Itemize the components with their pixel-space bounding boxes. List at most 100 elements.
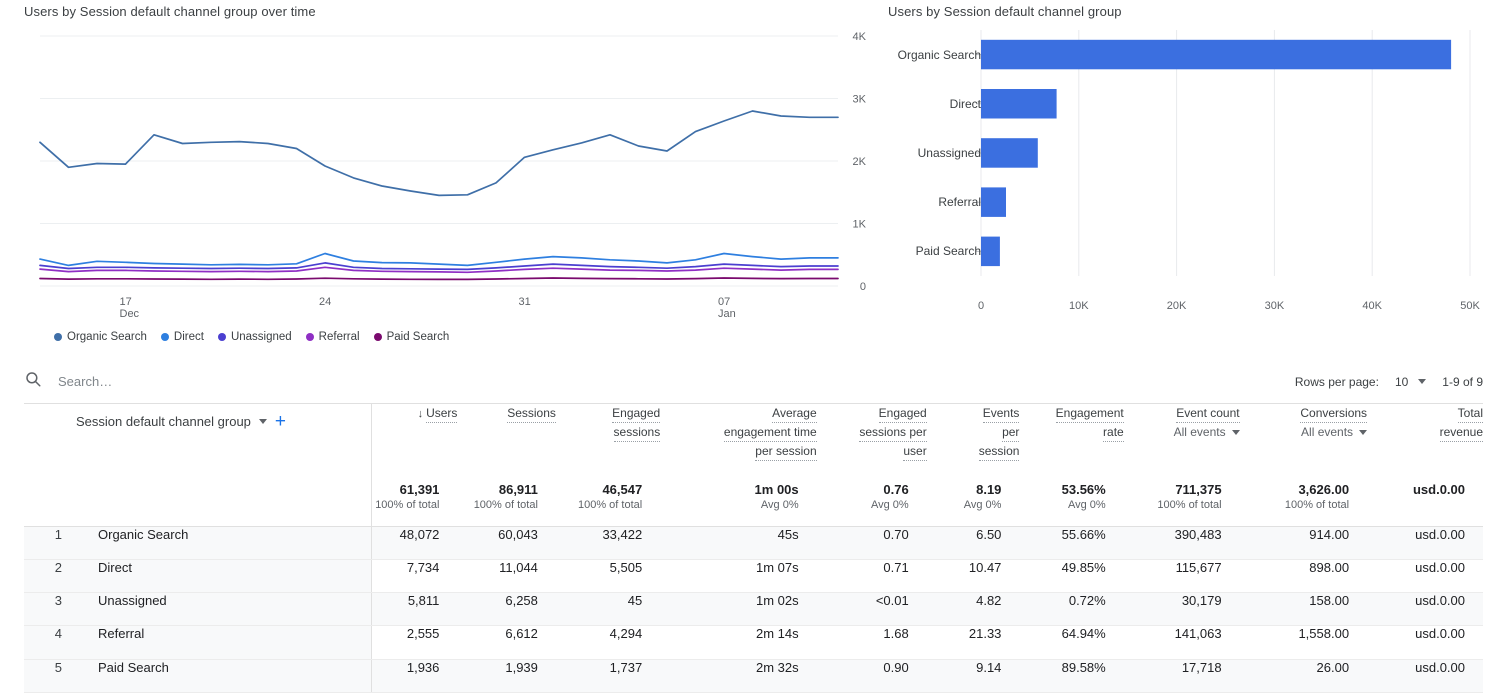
- column-header-engaged-sessions-per-user[interactable]: Engaged sessions per user: [817, 404, 927, 482]
- legend-label: Organic Search: [67, 331, 147, 343]
- totals-dimension-cell: [24, 482, 373, 527]
- totals-subvalue: 100% of total: [1284, 499, 1350, 511]
- legend-item-unassigned[interactable]: Unassigned: [217, 331, 292, 343]
- add-dimension-button[interactable]: +: [275, 412, 286, 431]
- row-metric-cell: usd.0.00: [1367, 659, 1483, 693]
- totals-subvalue: Avg 0%: [760, 499, 799, 511]
- table-row[interactable]: 5 Paid Search 1,936 1,939 1,737 2m 32s 0.90 9.1…: [24, 659, 1483, 693]
- bar-category-label: Organic Search: [897, 47, 981, 62]
- row-metric-cell: 2,555: [371, 625, 458, 660]
- chevron-down-icon[interactable]: [258, 419, 267, 424]
- legend-item-organic-search[interactable]: Organic Search: [54, 331, 147, 343]
- row-metric-cell: 10.47: [926, 559, 1020, 594]
- legend-color-dot: [305, 333, 314, 341]
- totals-value: 46,547: [602, 482, 643, 497]
- row-dimension-cell: 4 Referral: [24, 625, 373, 660]
- bar-chart-x-axis: 0 10K 20K 30K 40K 50K: [888, 300, 1488, 318]
- totals-subvalue: Avg 0%: [1068, 499, 1106, 511]
- table-row[interactable]: 1 Organic Search 48,072 60,043 33,422 45s 0.70…: [24, 526, 1483, 560]
- totals-subvalue: 100% of total: [1157, 499, 1222, 511]
- totals-value: 711,375: [1175, 482, 1222, 497]
- column-header-line: engagement time: [660, 423, 817, 442]
- svg-text:0: 0: [860, 281, 866, 293]
- totals-cell: 8.19 Avg 0%: [926, 482, 1020, 527]
- column-header-subselect[interactable]: All events: [1240, 425, 1368, 439]
- row-metric-cell: 0.70: [816, 526, 927, 560]
- row-metric-cell: usd.0.00: [1367, 559, 1483, 594]
- bar-chart-plot: Organic Search Direct Unassigned Referral Pa…: [888, 28, 1488, 300]
- search-icon: [24, 370, 42, 393]
- row-dimension-label[interactable]: Direct: [62, 560, 132, 575]
- column-header-engaged-sessions[interactable]: Engaged sessions: [556, 404, 661, 482]
- row-metric-cell: 1m 07s: [660, 559, 817, 594]
- row-metric-cell: usd.0.00: [1367, 625, 1483, 660]
- legend-item-referral[interactable]: Referral: [305, 331, 360, 343]
- legend-color-dot: [54, 333, 62, 341]
- row-metric-cell: 89.58%: [1019, 659, 1124, 693]
- column-header-total-revenue[interactable]: Total revenue: [1367, 404, 1483, 482]
- totals-cell: 86,911 100% of total: [457, 482, 556, 527]
- dimension-selector-label[interactable]: Session default channel group: [76, 414, 251, 429]
- column-header-subselect-label: All events: [1173, 425, 1226, 439]
- column-header-line: Engagement: [1019, 404, 1124, 423]
- legend-color-dot: [217, 333, 226, 341]
- column-header-line: Event count: [1124, 404, 1240, 423]
- column-header-line: ↓ Users: [372, 404, 458, 423]
- chevron-down-icon: [1359, 429, 1368, 435]
- column-header-line: session: [927, 442, 1020, 461]
- line-chart-title: Users by Session default channel group o…: [24, 4, 316, 19]
- totals-value: usd.0.00: [1412, 482, 1465, 497]
- column-header-conversions[interactable]: Conversions All events: [1240, 404, 1368, 482]
- totals-value: 8.19: [976, 482, 1002, 497]
- svg-text:3K: 3K: [853, 94, 867, 106]
- row-metric-cell: 5,505: [555, 559, 661, 594]
- table-row[interactable]: 4 Referral 2,555 6,612 4,294 2m 14s 1.68 21.33 6…: [24, 625, 1483, 660]
- row-metric-cell: 0.71: [816, 559, 927, 594]
- row-metric-cell: 898.00: [1239, 559, 1368, 594]
- row-metric-cell: 45: [555, 592, 661, 627]
- svg-text:1K: 1K: [853, 219, 867, 231]
- search-input[interactable]: [56, 373, 316, 390]
- totals-value: 3,626.00: [1298, 482, 1350, 497]
- row-metric-cell: 141,063: [1123, 625, 1240, 660]
- charts-row: Users by Session default channel group o…: [0, 0, 1507, 352]
- column-header-subselect[interactable]: All events: [1124, 425, 1240, 439]
- row-dimension-cell: 5 Paid Search: [24, 659, 373, 693]
- totals-subvalue: Avg 0%: [963, 499, 1002, 511]
- row-index: 1: [54, 526, 62, 542]
- analytics-report-page: Users by Session default channel group o…: [0, 0, 1507, 693]
- column-header-engagement-rate[interactable]: Engagement rate: [1019, 404, 1124, 482]
- legend-color-dot: [160, 333, 169, 341]
- table-body: 61,391 100% of total 86,911 100% of total 46…: [24, 482, 1483, 693]
- column-header-users[interactable]: ↓ Users: [372, 404, 458, 482]
- rows-per-page-select[interactable]: 10: [1395, 375, 1427, 389]
- bar-category-label: Paid Search: [915, 244, 981, 259]
- column-header-average-engagement-time-per-session[interactable]: Average engagement time per session: [660, 404, 817, 482]
- column-header-line: Average: [660, 404, 817, 423]
- column-header-event-count[interactable]: Event count All events: [1124, 404, 1240, 482]
- totals-cell: 3,626.00 100% of total: [1239, 482, 1368, 527]
- table-row[interactable]: 2 Direct 7,734 11,044 5,505 1m 07s 0.71 10.47 49…: [24, 559, 1483, 594]
- row-dimension-label[interactable]: Paid Search: [62, 660, 169, 675]
- legend-item-direct[interactable]: Direct: [160, 331, 204, 343]
- legend-label: Direct: [173, 331, 204, 343]
- column-header-sessions[interactable]: Sessions: [457, 404, 556, 482]
- row-dimension-label[interactable]: Organic Search: [62, 527, 188, 542]
- totals-cell: 0.76 Avg 0%: [816, 482, 927, 527]
- row-metric-cell: 0.90: [816, 659, 927, 693]
- table-row[interactable]: 3 Unassigned 5,811 6,258 45 1m 02s <0.01 4.82 0.…: [24, 592, 1483, 627]
- bar-chart-x-tick: 50K: [1460, 300, 1480, 312]
- legend-item-paid-search[interactable]: Paid Search: [373, 331, 449, 343]
- totals-value: 0.76: [883, 482, 909, 497]
- totals-value: 53.56%: [1061, 482, 1106, 497]
- line-chart-x-tick: 24: [319, 296, 332, 308]
- row-dimension-label[interactable]: Unassigned: [62, 593, 167, 608]
- row-metric-cell: 1,939: [457, 659, 556, 693]
- data-table-block: Rows per page: 10 1-9 of 9 Session defau…: [0, 360, 1507, 693]
- row-dimension-label[interactable]: Referral: [62, 626, 144, 641]
- row-metric-cell: usd.0.00: [1367, 526, 1483, 560]
- bar-category-label: Referral: [938, 195, 981, 210]
- bar-chart-x-tick: 30K: [1264, 300, 1285, 312]
- column-header-events-per-session[interactable]: Events per session: [927, 404, 1020, 482]
- row-metric-cell: 21.33: [926, 625, 1020, 660]
